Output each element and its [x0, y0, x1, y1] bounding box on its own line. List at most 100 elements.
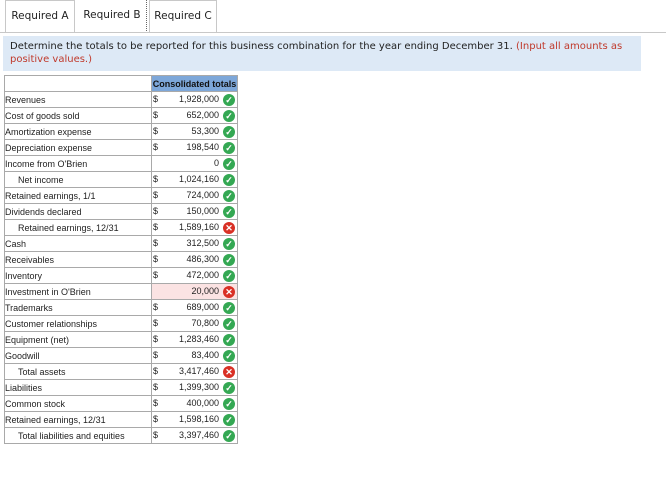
amount-value[interactable]: 1,283,460 — [179, 334, 219, 344]
amount-input-cell[interactable]: $689,000 ✓ — [151, 299, 238, 316]
amount-input-cell[interactable]: $1,928,000 ✓ — [151, 91, 238, 108]
table-row: Cost of goods sold $652,000 ✓ — [4, 107, 238, 124]
amount-input-cell[interactable]: $3,417,460 ✕ — [151, 363, 238, 380]
tab-bar: Required A Required B Required C — [0, 0, 666, 33]
row-label: Depreciation expense — [4, 139, 152, 156]
row-label: Common stock — [4, 395, 152, 412]
check-circle-icon: ✓ — [223, 334, 235, 346]
row-label: Retained earnings, 1/1 — [4, 187, 152, 204]
amount-value[interactable]: 1,399,300 — [179, 382, 219, 392]
check-circle-icon: ✓ — [223, 414, 235, 426]
dollar-sign: $ — [153, 142, 159, 152]
amount-input-cell[interactable]: $652,000 ✓ — [151, 107, 238, 124]
amount-value[interactable]: 53,300 — [191, 126, 219, 136]
amount-input-cell[interactable]: $70,800 ✓ — [151, 315, 238, 332]
x-circle-icon: ✕ — [223, 286, 235, 298]
amount-input-cell[interactable]: $1,589,160 ✕ — [151, 219, 238, 236]
table-row: Inventory $472,000 ✓ — [4, 267, 238, 284]
amount-input-cell[interactable]: 20,000 ✕ — [151, 283, 238, 300]
amount-input-cell[interactable]: $1,598,160 ✓ — [151, 411, 238, 428]
amount-input-cell[interactable]: $1,024,160 ✓ — [151, 171, 238, 188]
check-circle-icon: ✓ — [223, 302, 235, 314]
dollar-sign: $ — [153, 398, 159, 408]
amount-value[interactable]: 1,589,160 — [179, 222, 219, 232]
amount-value[interactable]: 472,000 — [186, 270, 219, 280]
amount-value[interactable]: 83,400 — [191, 350, 219, 360]
check-circle-icon: ✓ — [223, 126, 235, 138]
amount-input-cell[interactable]: $400,000 ✓ — [151, 395, 238, 412]
amount-input-cell[interactable]: $472,000 ✓ — [151, 267, 238, 284]
check-circle-icon: ✓ — [223, 158, 235, 170]
amount-value[interactable]: 150,000 — [186, 206, 219, 216]
amount-input-cell[interactable]: $312,500 ✓ — [151, 235, 238, 252]
check-circle-icon: ✓ — [223, 142, 235, 154]
dollar-sign: $ — [153, 366, 159, 376]
amount-value[interactable]: 198,540 — [186, 142, 219, 152]
table-row: Goodwill $83,400 ✓ — [4, 347, 238, 364]
column-header-consolidated-totals: Consolidated totals — [151, 75, 238, 92]
dollar-sign: $ — [153, 190, 159, 200]
check-circle-icon: ✓ — [223, 350, 235, 362]
amount-input-cell[interactable]: $1,399,300 ✓ — [151, 379, 238, 396]
table-row: Retained earnings, 12/31 $1,598,160 ✓ — [4, 411, 238, 428]
amount-value[interactable]: 689,000 — [186, 302, 219, 312]
table-row: Amortization expense $53,300 ✓ — [4, 123, 238, 140]
table-row: Revenues $1,928,000 ✓ — [4, 91, 238, 108]
row-label: Cash — [4, 235, 152, 252]
row-label: Trademarks — [4, 299, 152, 316]
amount-value[interactable]: 312,500 — [186, 238, 219, 248]
dollar-sign: $ — [153, 350, 159, 360]
table-row: Total assets $3,417,460 ✕ — [4, 363, 238, 380]
table-row: Dividends declared $150,000 ✓ — [4, 203, 238, 220]
amount-value[interactable]: 400,000 — [186, 398, 219, 408]
amount-value[interactable]: 652,000 — [186, 110, 219, 120]
amount-value[interactable]: 1,598,160 — [179, 414, 219, 424]
amount-value[interactable]: 1,024,160 — [179, 174, 219, 184]
amount-value[interactable]: 20,000 — [191, 286, 219, 296]
table-row: Trademarks $689,000 ✓ — [4, 299, 238, 316]
dollar-sign: $ — [153, 430, 159, 440]
amount-input-cell[interactable]: $83,400 ✓ — [151, 347, 238, 364]
amount-input-cell[interactable]: $53,300 ✓ — [151, 123, 238, 140]
check-circle-icon: ✓ — [223, 318, 235, 330]
check-circle-icon: ✓ — [223, 270, 235, 282]
dollar-sign: $ — [153, 110, 159, 120]
amount-input-cell[interactable]: $150,000 ✓ — [151, 203, 238, 220]
amount-input-cell[interactable]: $3,397,460 ✓ — [151, 427, 238, 444]
table-row: Cash $312,500 ✓ — [4, 235, 238, 252]
row-label: Total assets — [4, 363, 152, 380]
amount-input-cell[interactable]: $198,540 ✓ — [151, 139, 238, 156]
amount-value[interactable]: 70,800 — [191, 318, 219, 328]
row-label: Revenues — [4, 91, 152, 108]
amount-value[interactable]: 1,928,000 — [179, 94, 219, 104]
amount-input-cell[interactable]: $486,300 ✓ — [151, 251, 238, 268]
row-label: Amortization expense — [4, 123, 152, 140]
check-circle-icon: ✓ — [223, 430, 235, 442]
amount-input-cell[interactable]: $1,283,460 ✓ — [151, 331, 238, 348]
amount-value[interactable]: 0 — [214, 158, 219, 168]
row-label: Receivables — [4, 251, 152, 268]
amount-input-cell[interactable]: $724,000 ✓ — [151, 187, 238, 204]
row-label: Liabilities — [4, 379, 152, 396]
x-circle-icon: ✕ — [223, 222, 235, 234]
amount-value[interactable]: 486,300 — [186, 254, 219, 264]
tab-required-a[interactable]: Required A — [5, 0, 75, 32]
check-circle-icon: ✓ — [223, 190, 235, 202]
row-label: Retained earnings, 12/31 — [4, 219, 152, 236]
table-row: Income from O'Brien 0 ✓ — [4, 155, 238, 172]
dollar-sign: $ — [153, 94, 159, 104]
amount-input-cell[interactable]: 0 ✓ — [151, 155, 238, 172]
row-label: Cost of goods sold — [4, 107, 152, 124]
row-label: Goodwill — [4, 347, 152, 364]
table-row: Customer relationships $70,800 ✓ — [4, 315, 238, 332]
amount-value[interactable]: 724,000 — [186, 190, 219, 200]
tab-required-b[interactable]: Required B — [78, 0, 147, 31]
amount-value[interactable]: 3,417,460 — [179, 366, 219, 376]
tab-required-c[interactable]: Required C — [149, 0, 217, 32]
dollar-sign: $ — [153, 382, 159, 392]
amount-value[interactable]: 3,397,460 — [179, 430, 219, 440]
row-label: Total liabilities and equities — [4, 427, 152, 444]
row-label: Equipment (net) — [4, 331, 152, 348]
row-label: Customer relationships — [4, 315, 152, 332]
check-circle-icon: ✓ — [223, 110, 235, 122]
